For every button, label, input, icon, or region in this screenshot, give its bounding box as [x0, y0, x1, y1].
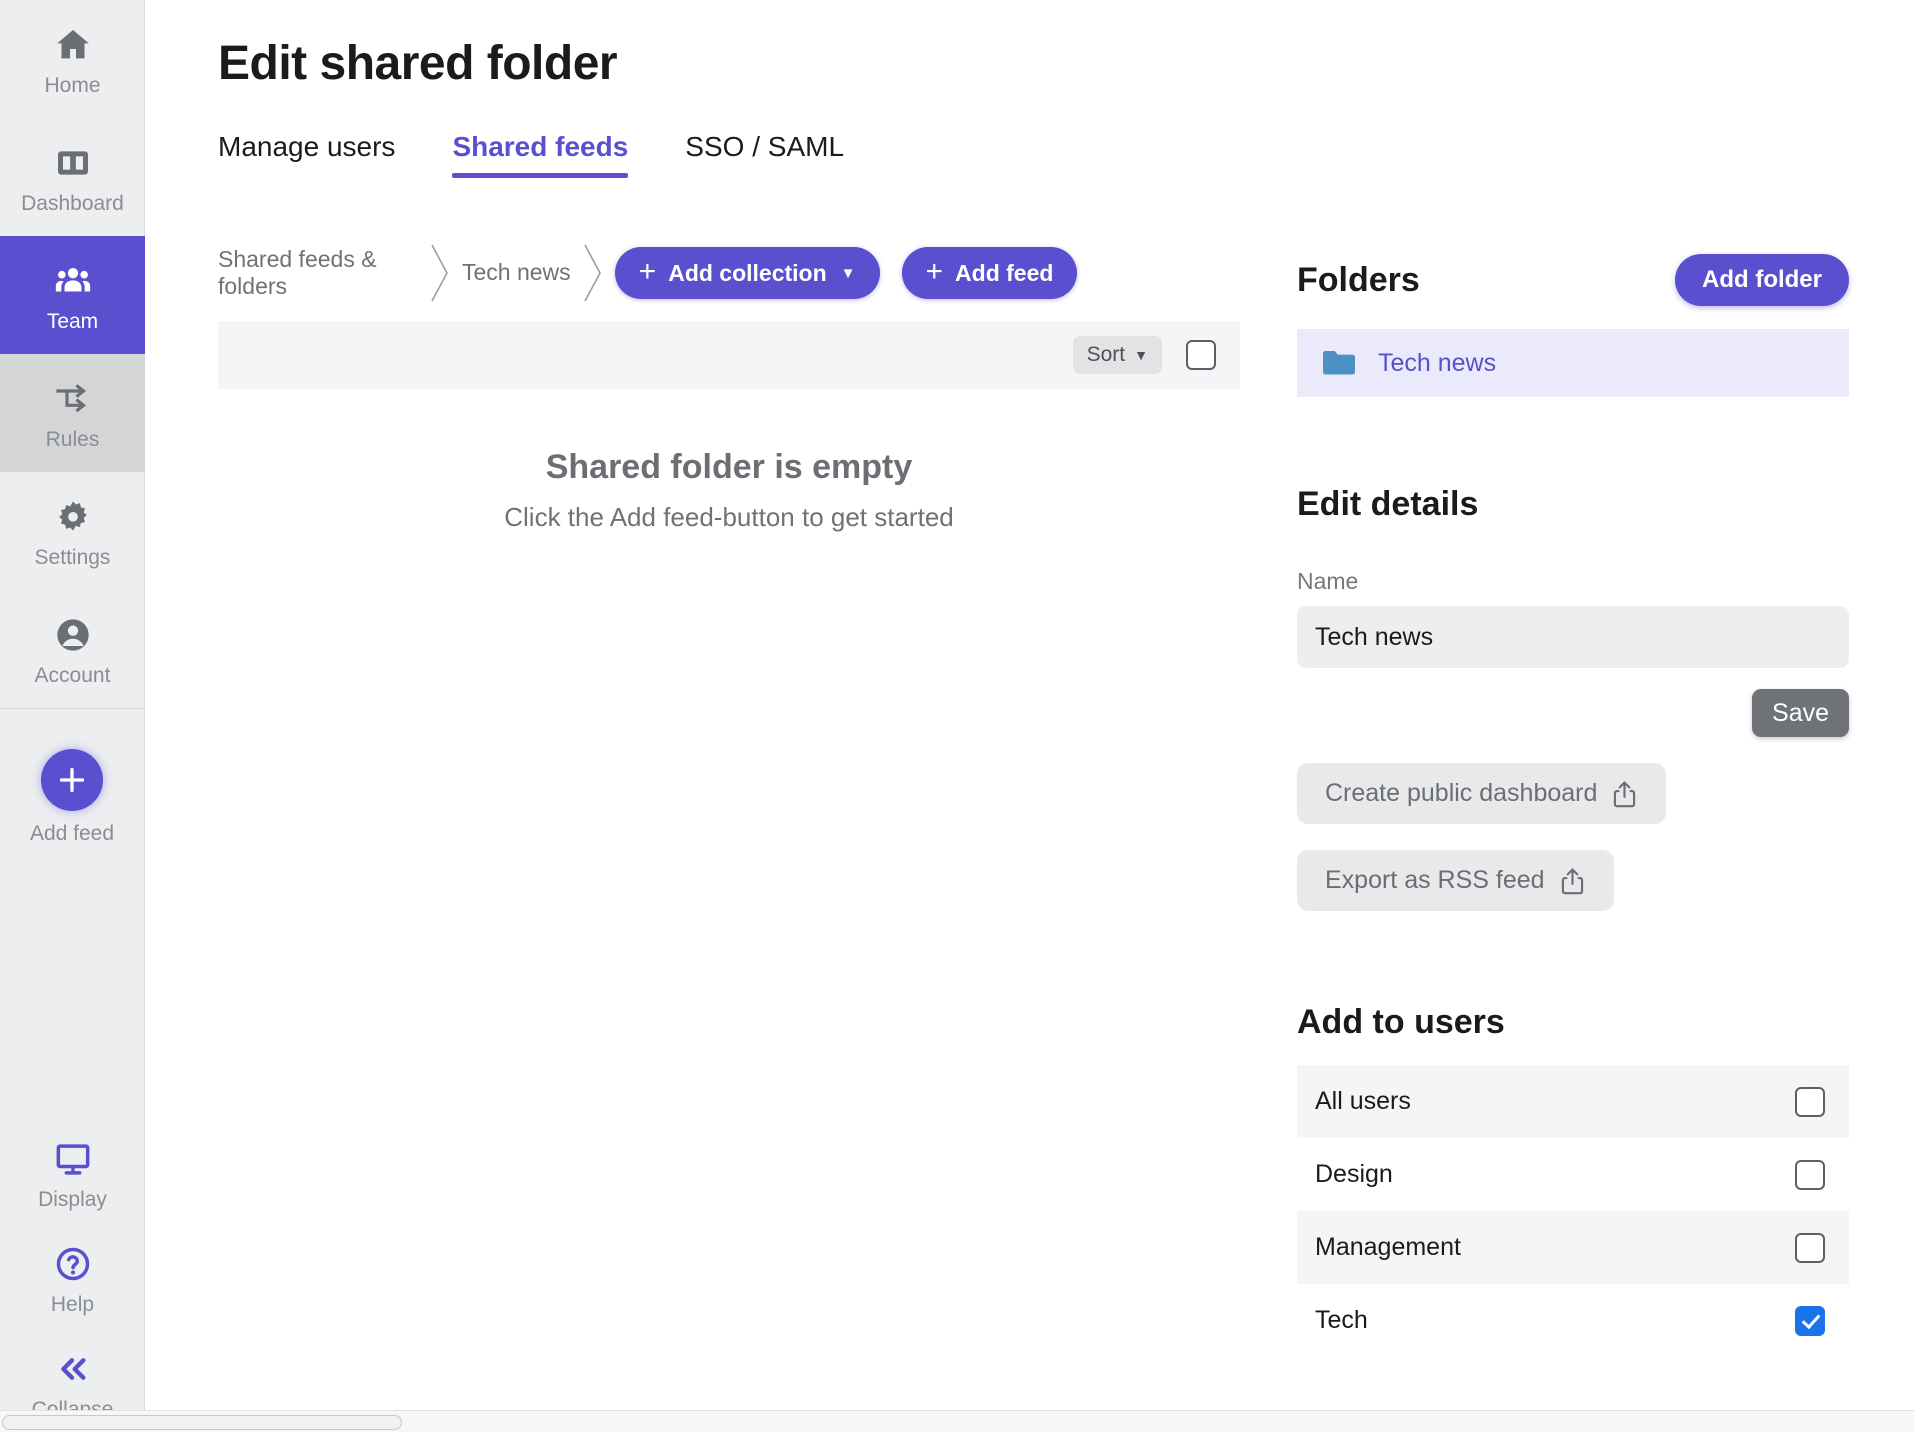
page-title: Edit shared folder: [218, 37, 618, 90]
plus-icon: +: [638, 254, 657, 288]
tab-shared-feeds[interactable]: Shared feeds: [452, 130, 628, 178]
add-feed-button[interactable]: + Add feed: [901, 247, 1078, 299]
add-to-users-title: Add to users: [1297, 1003, 1505, 1041]
name-input[interactable]: [1297, 606, 1849, 668]
empty-state-title: Shared folder is empty: [545, 448, 913, 486]
export-rss-feed-button[interactable]: Export as RSS feed: [1297, 850, 1614, 911]
add-folder-button[interactable]: Add folder: [1675, 254, 1849, 306]
folders-title: Folders: [1297, 260, 1420, 299]
user-group-row[interactable]: All users: [1297, 1065, 1849, 1138]
sort-button[interactable]: Sort ▼: [1072, 336, 1162, 374]
empty-state: Shared folder is empty Click the Add fee…: [218, 448, 1240, 533]
share-upload-icon: [1611, 779, 1638, 809]
select-all-checkbox[interactable]: [1186, 340, 1216, 370]
tab-sso-saml[interactable]: SSO / SAML: [685, 130, 844, 178]
plus-icon: [41, 749, 103, 811]
tab-bar: Manage users Shared feeds SSO / SAML: [218, 130, 844, 178]
sidebar-item-label: Home: [44, 73, 101, 97]
sidebar-item-account[interactable]: Account: [0, 590, 145, 708]
sidebar-item-settings[interactable]: Settings: [0, 472, 145, 590]
main-content: Edit shared folder Manage users Shared f…: [145, 0, 1914, 1432]
add-collection-label: Add collection: [668, 259, 827, 286]
sidebar-item-display[interactable]: Display: [0, 1121, 145, 1226]
display-monitor-icon: [53, 1139, 93, 1179]
sidebar-item-label: Dashboard: [21, 191, 124, 215]
sidebar-item-label: Help: [50, 1293, 95, 1316]
team-icon: [53, 261, 93, 301]
sidebar-item-label: Rules: [45, 427, 100, 451]
export-rss-feed-label: Export as RSS feed: [1325, 866, 1545, 894]
user-group-row[interactable]: Tech: [1297, 1284, 1849, 1357]
rules-icon: [53, 379, 93, 419]
user-group-row[interactable]: Management: [1297, 1211, 1849, 1284]
list-toolbar: Sort ▼: [218, 321, 1240, 389]
name-field-label: Name: [1297, 568, 1359, 594]
sidebar-add-feed-label: Add feed: [29, 822, 115, 845]
user-group-name: Tech: [1315, 1306, 1368, 1334]
edit-details-title: Edit details: [1297, 485, 1479, 523]
sidebar-item-home[interactable]: Home: [0, 0, 145, 118]
account-icon: [53, 615, 93, 655]
chevron-right-icon: [418, 237, 462, 309]
user-group-checkbox[interactable]: [1795, 1086, 1825, 1117]
save-row: Save: [1297, 689, 1849, 737]
double-chevron-left-icon: [53, 1349, 93, 1389]
sort-label: Sort: [1086, 343, 1126, 366]
breadcrumb-item-tech-news[interactable]: Tech news: [462, 259, 571, 286]
sidebar-item-rules[interactable]: Rules: [0, 354, 145, 472]
home-icon: [53, 25, 93, 65]
folder-list-item[interactable]: Tech news: [1297, 329, 1849, 397]
share-upload-icon: [1559, 866, 1586, 896]
user-group-name: Design: [1315, 1160, 1393, 1188]
user-group-checkbox[interactable]: [1795, 1305, 1825, 1336]
sidebar: Home Dashboard Team Rules Settings Accou…: [0, 0, 145, 1432]
user-group-name: Management: [1315, 1233, 1461, 1261]
folders-header: Folders Add folder: [1297, 254, 1849, 306]
add-to-users-section: Add to users All users Design Management: [1297, 1003, 1849, 1357]
save-button[interactable]: Save: [1752, 689, 1849, 737]
app-root: Home Dashboard Team Rules Settings Accou…: [0, 0, 1914, 1432]
user-group-checkbox[interactable]: [1795, 1159, 1825, 1190]
add-collection-button[interactable]: + Add collection ▼: [614, 247, 880, 299]
horizontal-scrollbar[interactable]: [0, 1410, 1914, 1432]
chevron-down-icon: ▼: [840, 264, 856, 282]
breadcrumb-actions: + Add collection ▼ + Add feed: [614, 247, 1078, 299]
sidebar-item-label: Settings: [34, 545, 111, 569]
breadcrumb: Shared feeds & folders Tech news + Add c…: [218, 235, 1240, 311]
user-group-checkbox[interactable]: [1795, 1232, 1825, 1263]
user-group-name: All users: [1315, 1087, 1411, 1115]
sidebar-item-label: Account: [34, 663, 111, 687]
details-column: Folders Add folder Tech news Edit detail…: [1240, 235, 1914, 1432]
user-group-list: All users Design Management Tech: [1297, 1065, 1849, 1357]
edit-details-section: Edit details Name Save Create public das…: [1297, 485, 1849, 911]
dashboard-icon: [53, 143, 93, 183]
sidebar-item-label: Display: [38, 1188, 107, 1211]
sidebar-item-team[interactable]: Team: [0, 236, 145, 354]
tab-manage-users[interactable]: Manage users: [218, 130, 395, 178]
create-public-dashboard-label: Create public dashboard: [1325, 779, 1598, 807]
scrollbar-thumb[interactable]: [2, 1415, 402, 1430]
empty-state-subtitle: Click the Add feed-button to get started: [504, 502, 954, 532]
sidebar-add-feed-button[interactable]: Add feed: [0, 709, 144, 866]
plus-icon: +: [925, 254, 944, 288]
feeds-column: Shared feeds & folders Tech news + Add c…: [145, 235, 1240, 1432]
add-feed-label: Add feed: [955, 259, 1054, 286]
content-area: Shared feeds & folders Tech news + Add c…: [145, 235, 1914, 1432]
chevron-right-icon: [571, 237, 615, 309]
gear-icon: [53, 497, 93, 537]
sidebar-item-dashboard[interactable]: Dashboard: [0, 118, 145, 236]
question-circle-icon: [53, 1244, 93, 1284]
sidebar-bottom-group: Display Help Collapse: [0, 1121, 144, 1432]
folder-name: Tech news: [1378, 348, 1497, 377]
create-public-dashboard-button[interactable]: Create public dashboard: [1297, 763, 1667, 824]
breadcrumb-item-shared-feeds-folders[interactable]: Shared feeds & folders: [218, 246, 418, 300]
folder-icon: [1322, 349, 1356, 377]
chevron-down-icon: ▼: [1134, 347, 1148, 363]
sidebar-item-help[interactable]: Help: [0, 1226, 145, 1331]
user-group-row[interactable]: Design: [1297, 1138, 1849, 1211]
sidebar-item-label: Team: [46, 309, 99, 333]
